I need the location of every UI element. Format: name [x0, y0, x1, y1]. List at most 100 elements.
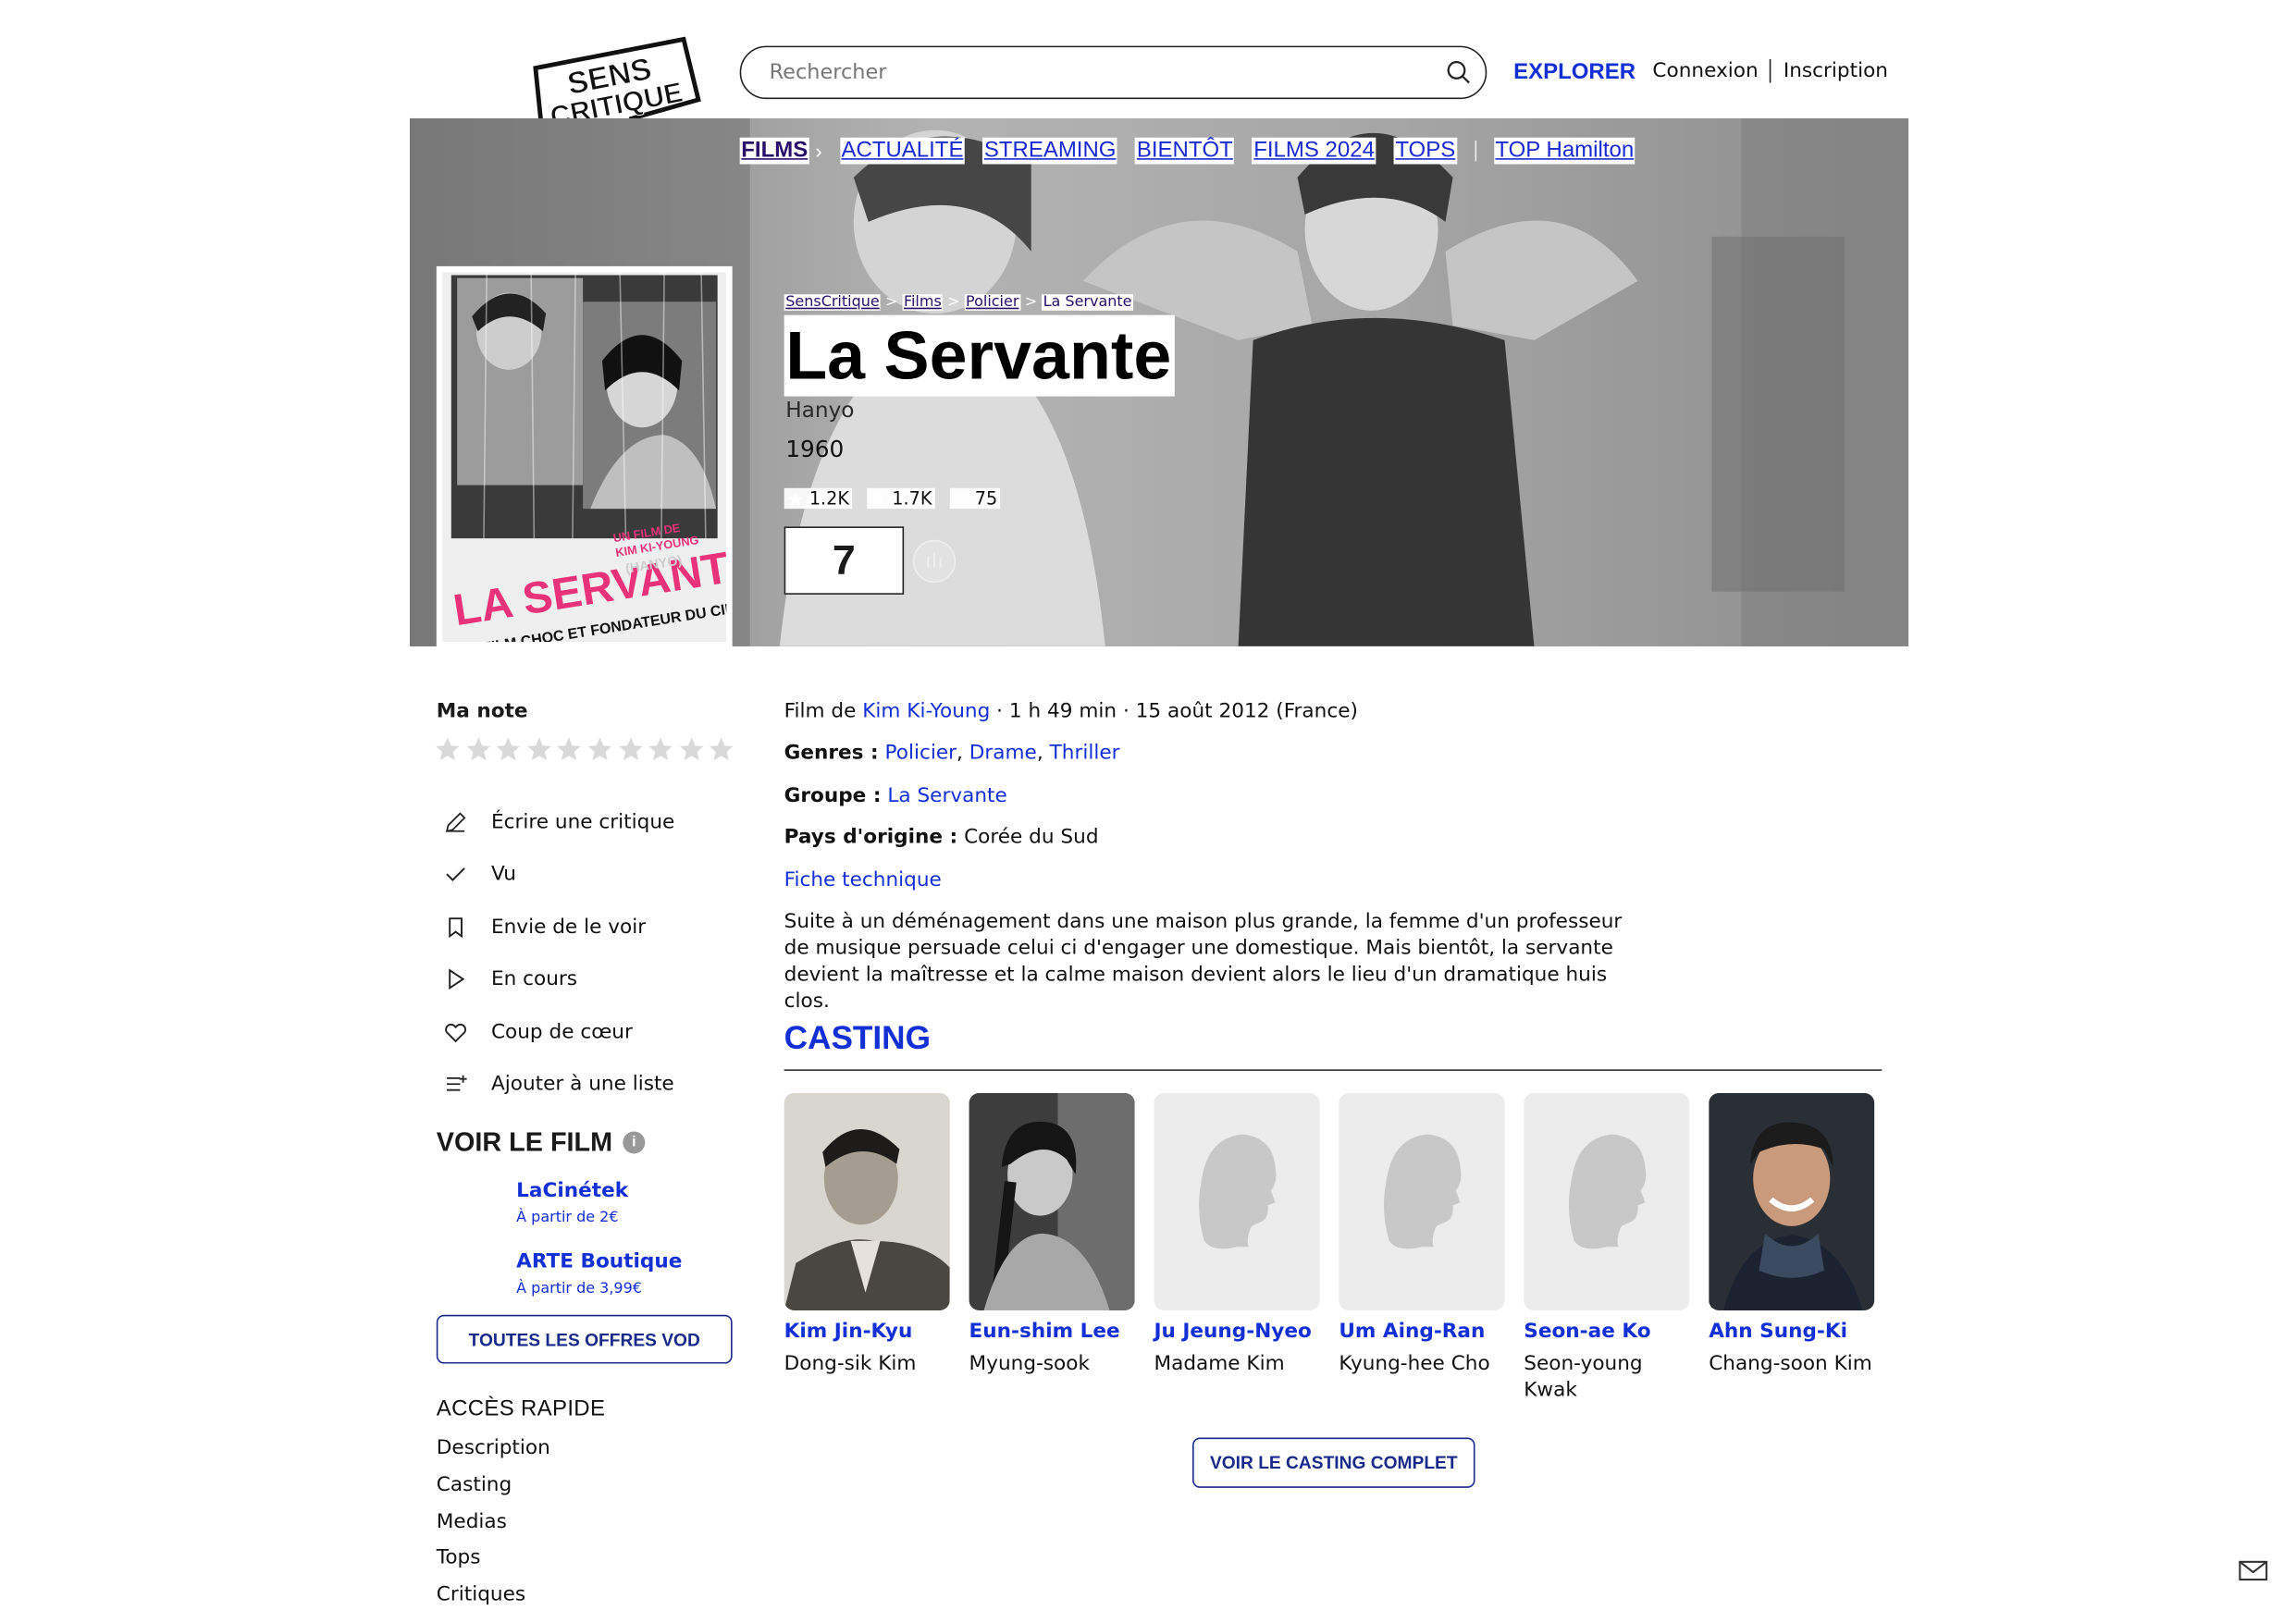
- average-score: 7: [784, 526, 905, 595]
- quick-access-list: Description Casting Medias Tops Critique…: [437, 1436, 550, 1619]
- nav-films[interactable]: FILMS: [739, 137, 809, 165]
- cast-member[interactable]: Eun-shim Lee Myung-sook: [969, 1092, 1135, 1377]
- cast-member[interactable]: Kim Jin-Kyu Dong-sik Kim: [784, 1092, 950, 1377]
- search-icon[interactable]: [1446, 59, 1473, 86]
- rating-star-icon[interactable]: [647, 735, 674, 763]
- rating-star-icon[interactable]: [555, 735, 583, 763]
- cast-photo: [1709, 1092, 1875, 1310]
- action-label: Ajouter à une liste: [490, 1072, 674, 1097]
- rating-star-icon[interactable]: [464, 735, 492, 763]
- cast-name[interactable]: Seon-ae Ko: [1524, 1320, 1689, 1344]
- mail-icon[interactable]: [2239, 1559, 2268, 1583]
- full-cast-button[interactable]: VOIR LE CASTING COMPLET: [1192, 1437, 1475, 1488]
- rating-stars[interactable]: [434, 735, 736, 763]
- rating-star-icon[interactable]: [586, 735, 613, 763]
- genre-link-policier[interactable]: Policier: [885, 741, 957, 765]
- nav-bientot[interactable]: BIENTÔT: [1135, 137, 1235, 165]
- nav-actualite[interactable]: ACTUALITÉ: [839, 137, 966, 165]
- cast-role: Seon-young Kwak: [1524, 1351, 1643, 1403]
- action-in-progress[interactable]: En cours: [444, 953, 675, 1006]
- action-label: Envie de le voir: [490, 915, 647, 940]
- cast-role: Chang-soon Kim: [1709, 1351, 1872, 1376]
- technical-sheet-line: Fiche technique: [784, 868, 942, 892]
- rating-star-icon[interactable]: [708, 735, 735, 763]
- nav-films-2024[interactable]: FILMS 2024: [1252, 137, 1376, 165]
- star-icon: [788, 491, 802, 505]
- cast-member[interactable]: Ahn Sung-Ki Chang-soon Kim: [1709, 1092, 1875, 1377]
- quick-link-casting[interactable]: Casting: [437, 1473, 550, 1510]
- action-label: Vu: [490, 862, 516, 887]
- country-line: Pays d'origine : Corée du Sud: [784, 825, 1099, 849]
- technical-sheet-link[interactable]: Fiche technique: [784, 868, 942, 892]
- action-add-to-list[interactable]: Ajouter à une liste: [444, 1058, 675, 1111]
- breadcrumb-films[interactable]: Films: [902, 294, 944, 311]
- cast-role: Myung-sook: [969, 1351, 1090, 1376]
- rating-star-icon[interactable]: [434, 735, 462, 763]
- nav-streaming[interactable]: STREAMING: [982, 137, 1118, 165]
- breadcrumb-current: La Servante: [1042, 294, 1134, 311]
- login-link[interactable]: Connexion: [1652, 59, 1758, 83]
- person-silhouette-icon: [1524, 1092, 1690, 1310]
- cast-photo-placeholder: [1524, 1092, 1690, 1310]
- rating-star-icon[interactable]: [494, 735, 522, 763]
- quick-link-description[interactable]: Description: [437, 1436, 550, 1473]
- genre-link-drame[interactable]: Drame: [969, 741, 1037, 765]
- nav-tops[interactable]: TOPS: [1393, 137, 1457, 165]
- rating-star-icon[interactable]: [677, 735, 705, 763]
- main-nav: FILMS › ACTUALITÉ STREAMING BIENTÔT FILM…: [739, 137, 1636, 165]
- group-link[interactable]: La Servante: [887, 784, 1006, 808]
- breadcrumb-separator: >: [885, 294, 898, 311]
- release-year: 1960: [785, 436, 845, 463]
- search-input[interactable]: [769, 47, 1421, 96]
- film-credits-line: Film de Kim Ki-Young · 1 h 49 min · 15 a…: [784, 699, 1358, 723]
- action-list: Écrire une critique Vu Envie de le voir …: [444, 795, 675, 1111]
- cast-member[interactable]: Ju Jeung-Nyeo Madame Kim: [1154, 1092, 1320, 1377]
- quick-link-tops[interactable]: Tops: [437, 1546, 550, 1583]
- auth-links: Connexion Inscription: [1652, 58, 1888, 83]
- check-icon: [446, 867, 465, 882]
- cast-member[interactable]: Seon-ae Ko Seon-young Kwak: [1524, 1092, 1690, 1404]
- watch-section-title: VOIR LE FILM i: [437, 1127, 646, 1159]
- explorer-link[interactable]: EXPLORER: [1513, 59, 1636, 84]
- info-icon[interactable]: i: [623, 1131, 646, 1154]
- cast-name[interactable]: Kim Jin-Kyu: [784, 1320, 950, 1344]
- rating-star-icon[interactable]: [616, 735, 644, 763]
- vod-offer-lacinetek[interactable]: LaCinétek À partir de 2€: [516, 1179, 628, 1226]
- quick-link-critiques[interactable]: Critiques: [437, 1583, 550, 1620]
- cast-photo-placeholder: [1154, 1092, 1320, 1310]
- quick-link-medias[interactable]: Medias: [437, 1509, 550, 1546]
- watch-title-text: VOIR LE FILM: [436, 1126, 613, 1157]
- genre-link-thriller[interactable]: Thriller: [1050, 741, 1120, 765]
- rating-star-icon[interactable]: [525, 735, 552, 763]
- rating-distribution-icon[interactable]: [912, 539, 957, 584]
- cast-role: Kyung-hee Cho: [1339, 1351, 1490, 1376]
- auth-separator: [1770, 58, 1772, 83]
- cast-name[interactable]: Um Aing-Ran: [1339, 1320, 1504, 1344]
- signup-link[interactable]: Inscription: [1784, 59, 1888, 83]
- heart-icon: [445, 1023, 467, 1042]
- action-favorite[interactable]: Coup de cœur: [444, 1006, 675, 1059]
- breadcrumb-policier[interactable]: Policier: [964, 294, 1021, 311]
- cast-name[interactable]: Ju Jeung-Nyeo: [1154, 1320, 1319, 1344]
- search-box[interactable]: [739, 45, 1487, 100]
- country-label: Pays d'origine :: [784, 825, 958, 849]
- cast-name[interactable]: Ahn Sung-Ki: [1709, 1320, 1874, 1344]
- group-label: Groupe :: [784, 783, 882, 808]
- page: SENS CRITIQUE EXPLORER Connexion Inscrip…: [0, 0, 2296, 1622]
- cast-member[interactable]: Um Aing-Ran Kyung-hee Cho: [1339, 1092, 1505, 1377]
- action-wishlist[interactable]: Envie de le voir: [444, 901, 675, 953]
- vod-offer-arte[interactable]: ARTE Boutique À partir de 3,99€: [516, 1249, 682, 1297]
- original-title: Hanyo: [785, 399, 855, 424]
- all-vod-offers-button[interactable]: TOUTES LES OFFRES VOD: [436, 1314, 733, 1364]
- my-rating-label: Ma note: [436, 699, 528, 724]
- action-seen[interactable]: Vu: [444, 848, 675, 901]
- action-label: Écrire une critique: [490, 810, 675, 834]
- nav-top-hamilton[interactable]: TOP Hamilton: [1493, 137, 1636, 165]
- director-link[interactable]: Kim Ki-Young: [862, 699, 990, 723]
- ratings-count: 1.2K: [784, 487, 853, 510]
- breadcrumb-senscritique[interactable]: SensCritique: [784, 294, 882, 311]
- movie-poster[interactable]: LA SERVANTE UN FILM DE KIM KI-YOUNG (HAN…: [436, 265, 835, 660]
- cast-name[interactable]: Eun-shim Lee: [969, 1320, 1135, 1344]
- cast-photo: [784, 1092, 950, 1310]
- action-write-review[interactable]: Écrire une critique: [444, 795, 675, 848]
